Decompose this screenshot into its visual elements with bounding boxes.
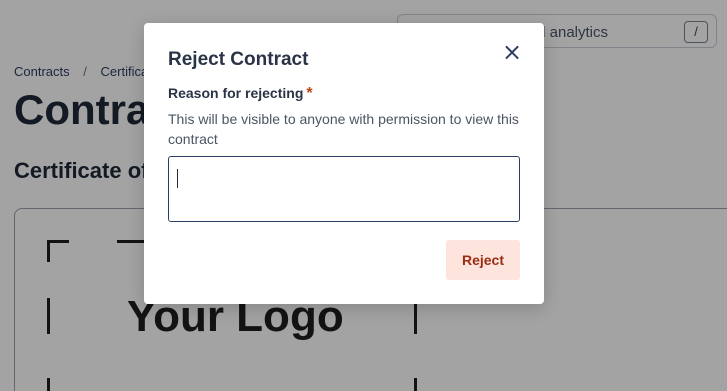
reason-label-text: Reason for rejecting [168,85,304,101]
reason-field-label: Reason for rejecting * [168,85,313,103]
close-icon[interactable]: × [498,39,526,65]
reject-button[interactable]: Reject [446,240,520,280]
required-indicator: * [306,85,313,102]
reason-input[interactable] [168,156,520,222]
reject-contract-dialog: Reject Contract × Reason for rejecting * … [144,23,544,304]
text-cursor [177,169,178,188]
reason-help-text: This will be visible to anyone with perm… [168,111,519,147]
dialog-title: Reject Contract [168,49,309,70]
